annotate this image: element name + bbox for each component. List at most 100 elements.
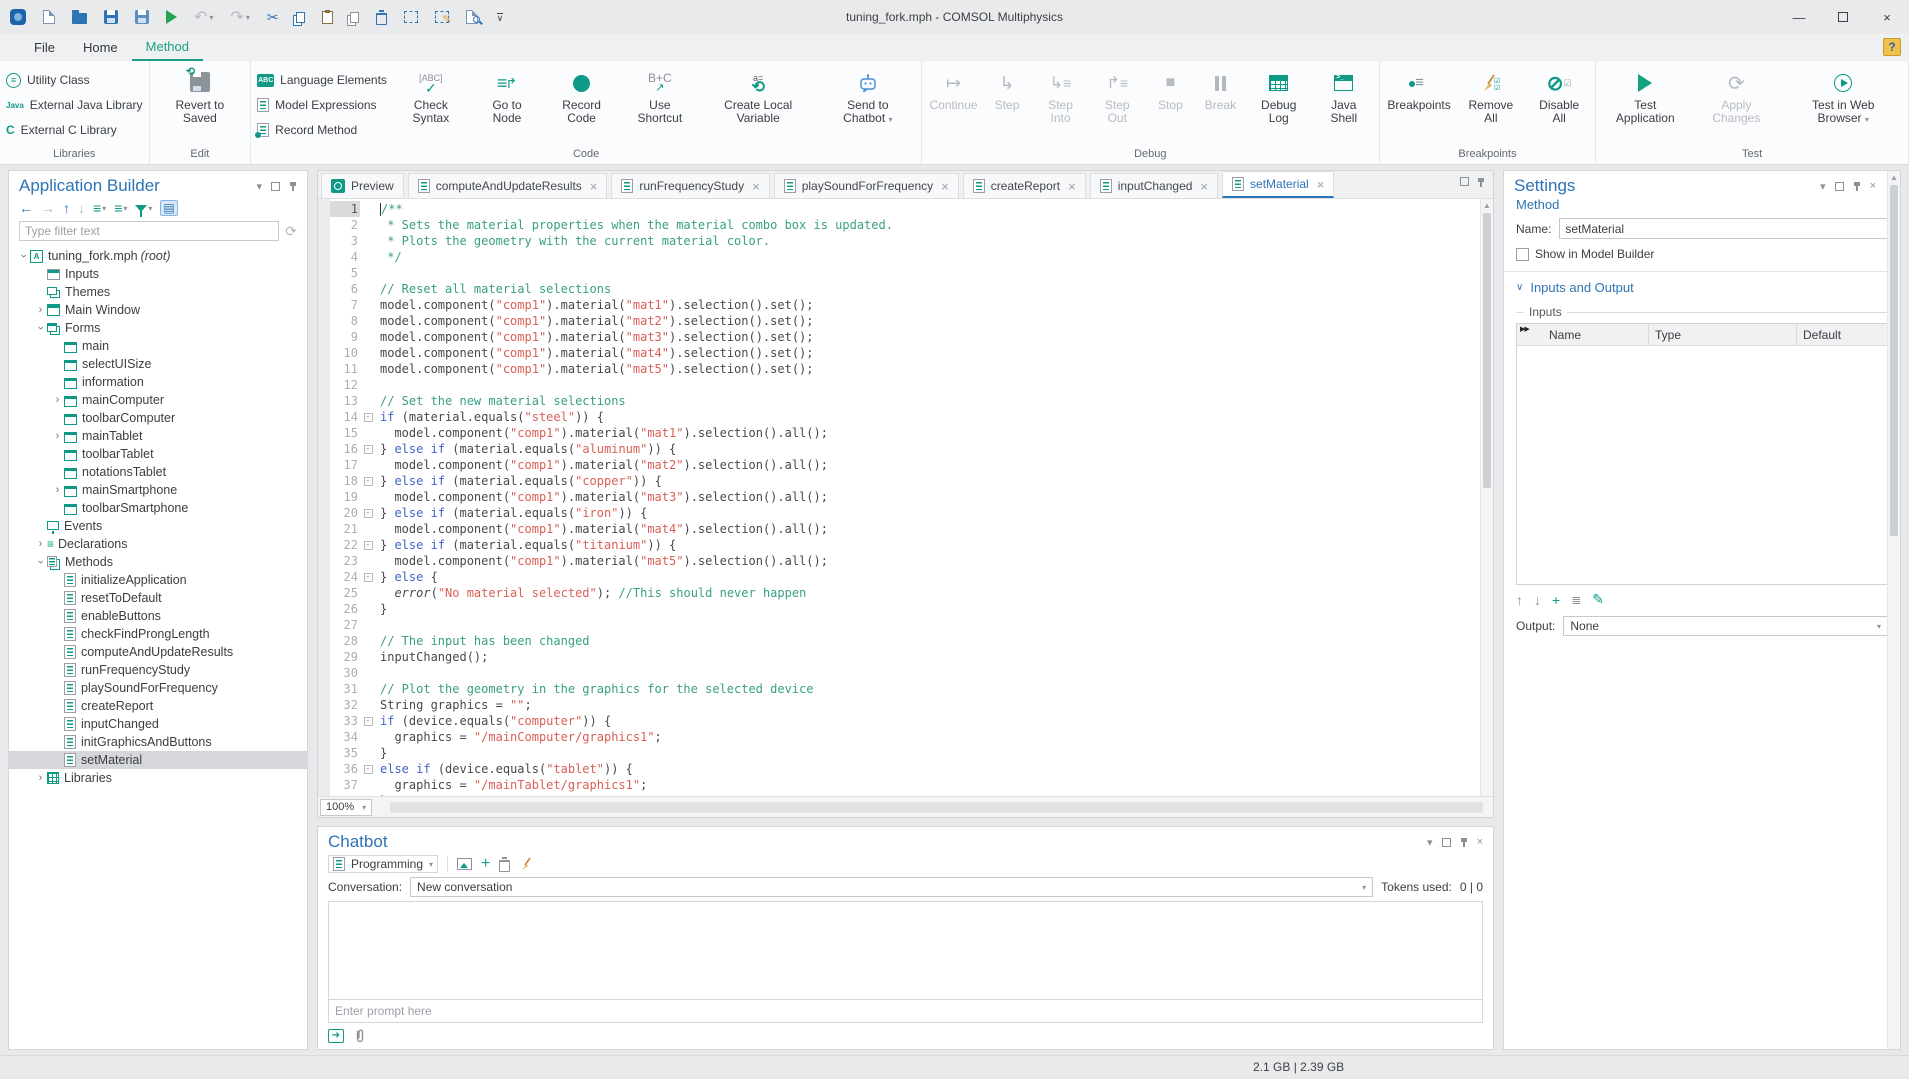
- fold-icon[interactable]: -: [364, 541, 373, 550]
- clear-icon[interactable]: [519, 856, 535, 872]
- tree-item-playsoundforfrequency[interactable]: playSoundForFrequency: [9, 679, 307, 697]
- tree-item-main[interactable]: main: [9, 337, 307, 355]
- check-syntax-button[interactable]: [ABC]✓Check Syntax: [393, 64, 469, 125]
- highlight-button[interactable]: ✎: [433, 5, 451, 29]
- forward-icon[interactable]: →: [41, 200, 55, 216]
- refresh-icon[interactable]: ⟳: [285, 223, 297, 240]
- copy-button[interactable]: [294, 5, 307, 29]
- close-icon[interactable]: ×: [1477, 836, 1483, 848]
- tree-item-setmaterial[interactable]: setMaterial: [9, 751, 307, 769]
- chevron-collapsed-icon[interactable]: ›: [51, 394, 64, 406]
- model-expressions-button[interactable]: Model Expressions: [257, 93, 387, 117]
- tree-item-enablebuttons[interactable]: enableButtons: [9, 607, 307, 625]
- model-data-access-toggle-icon[interactable]: ▤: [160, 200, 177, 216]
- move-down-icon[interactable]: ↓: [78, 200, 85, 216]
- save-as-button[interactable]: [133, 5, 151, 29]
- breakpoint-margin[interactable]: [318, 199, 330, 796]
- tree-item-maintablet[interactable]: ›mainTablet: [9, 427, 307, 445]
- output-select[interactable]: None ▾: [1563, 616, 1888, 636]
- move-down-icon[interactable]: ↓: [1534, 592, 1541, 608]
- chevron-expanded-icon[interactable]: ›: [35, 322, 47, 335]
- tree-item-initializeapplication[interactable]: initializeApplication: [9, 571, 307, 589]
- remove-all-button[interactable]: ☑☑Remove All: [1459, 64, 1524, 125]
- editor-tab-playsoundforfrequency[interactable]: playSoundForFrequency×: [774, 173, 959, 198]
- close-tab-icon[interactable]: ×: [590, 179, 598, 194]
- pin-icon[interactable]: [1460, 837, 1468, 848]
- fold-icon[interactable]: -: [364, 445, 373, 454]
- chevron-down-icon[interactable]: ▾: [256, 180, 262, 193]
- redo-button[interactable]: ↷▾: [228, 5, 251, 29]
- chevron-collapsed-icon[interactable]: ›: [34, 538, 47, 550]
- tree-item-declarations[interactable]: ›≡Declarations: [9, 535, 307, 553]
- utility-class-button[interactable]: ≡Utility Class: [6, 68, 143, 92]
- scroll-up-icon[interactable]: ▲: [1888, 171, 1900, 184]
- new-conversation-icon[interactable]: +: [481, 855, 490, 873]
- maximize-icon[interactable]: [1821, 0, 1865, 34]
- ribbon-tab-home[interactable]: Home: [69, 34, 132, 61]
- move-up-icon[interactable]: ↑: [63, 200, 70, 216]
- float-icon[interactable]: [1835, 182, 1844, 191]
- undo-button[interactable]: ↶▾: [192, 5, 215, 29]
- tree-item-libraries[interactable]: ›Libraries: [9, 769, 307, 787]
- editor-tab-computeandupdateresults[interactable]: computeAndUpdateResults×: [408, 173, 608, 198]
- open-button[interactable]: [70, 5, 89, 29]
- pin-icon[interactable]: [1853, 181, 1861, 192]
- chevron-expanded-icon[interactable]: ›: [18, 250, 30, 263]
- tree-item-inputchanged[interactable]: inputChanged: [9, 715, 307, 733]
- tree-item-maincomputer[interactable]: ›mainComputer: [9, 391, 307, 409]
- external-c-library-button[interactable]: CExternal C Library: [6, 118, 143, 142]
- fold-icon[interactable]: -: [364, 413, 373, 422]
- float-icon[interactable]: [271, 182, 280, 191]
- tree-item-tuning-fork-mph[interactable]: ›Atuning_fork.mph(root): [9, 247, 307, 265]
- show-in-model-builder-row[interactable]: Show in Model Builder: [1504, 241, 1900, 267]
- chatbot-mode-select[interactable]: Programming ▾: [328, 855, 438, 873]
- create-local-variable-button[interactable]: a=⟲Create Local Variable: [702, 64, 815, 125]
- conversation-select[interactable]: New conversation ▾: [410, 877, 1373, 897]
- fold-icon[interactable]: -: [364, 477, 373, 486]
- record-code-button[interactable]: Record Code: [545, 64, 618, 125]
- language-elements-button[interactable]: ABCLanguage Elements: [257, 68, 387, 92]
- tree-item-runfrequencystudy[interactable]: runFrequencyStudy: [9, 661, 307, 679]
- tree-item-toolbarsmartphone[interactable]: toolbarSmartphone: [9, 499, 307, 517]
- vertical-scrollbar[interactable]: ▲: [1480, 199, 1493, 796]
- delete-button[interactable]: [374, 5, 389, 29]
- method-name-input[interactable]: [1559, 218, 1888, 239]
- revert-to-saved-button[interactable]: ⟲Revert to Saved: [156, 64, 245, 125]
- run-button[interactable]: [164, 5, 179, 29]
- comsol-logo-button[interactable]: [8, 5, 28, 29]
- go-to-node-button[interactable]: ≡↱Go to Node: [475, 64, 539, 125]
- tree-item-inputs[interactable]: Inputs: [9, 265, 307, 283]
- paste-button[interactable]: [320, 5, 335, 29]
- fold-icon[interactable]: -: [364, 717, 373, 726]
- fold-icon[interactable]: -: [364, 509, 373, 518]
- tree-item-themes[interactable]: Themes: [9, 283, 307, 301]
- add-input-icon[interactable]: +: [1552, 592, 1560, 608]
- tree-item-initgraphicsandbuttons[interactable]: initGraphicsAndButtons: [9, 733, 307, 751]
- close-tab-icon[interactable]: ×: [941, 179, 949, 194]
- collapse-list-icon[interactable]: ≡▾: [93, 200, 106, 216]
- test-application-button[interactable]: Test Application: [1602, 64, 1688, 125]
- insert-image-icon[interactable]: [457, 858, 472, 870]
- edit-icon[interactable]: ✎: [1592, 591, 1604, 608]
- scrollbar-thumb[interactable]: [1483, 213, 1491, 488]
- tree-item-events[interactable]: Events: [9, 517, 307, 535]
- horizontal-scrollbar[interactable]: [376, 801, 1487, 814]
- select-frame-button[interactable]: [402, 5, 420, 29]
- tree-item-mainsmartphone[interactable]: ›mainSmartphone: [9, 481, 307, 499]
- preview-search-button[interactable]: [464, 5, 482, 29]
- editor-tab-createreport[interactable]: createReport×: [963, 173, 1086, 198]
- editor-tab-preview[interactable]: Preview: [321, 173, 404, 198]
- tree-item-selectuisize[interactable]: selectUISize: [9, 355, 307, 373]
- tree-item-notationstablet[interactable]: notationsTablet: [9, 463, 307, 481]
- chevron-collapsed-icon[interactable]: ›: [51, 430, 64, 442]
- prompt-input[interactable]: [329, 1000, 1482, 1022]
- tree-item-toolbartablet[interactable]: toolbarTablet: [9, 445, 307, 463]
- tree-item-computeandupdateresults[interactable]: computeAndUpdateResults: [9, 643, 307, 661]
- filter-icon[interactable]: ▾: [135, 204, 152, 213]
- breakpoints-button[interactable]: Breakpoints: [1386, 64, 1453, 112]
- chevron-collapsed-icon[interactable]: ›: [34, 772, 47, 784]
- use-shortcut-button[interactable]: B+C↗Use Shortcut: [624, 64, 696, 125]
- delete-conversation-icon[interactable]: [499, 860, 510, 872]
- chevron-collapsed-icon[interactable]: ›: [34, 304, 47, 316]
- move-up-icon[interactable]: ↑: [1516, 592, 1523, 608]
